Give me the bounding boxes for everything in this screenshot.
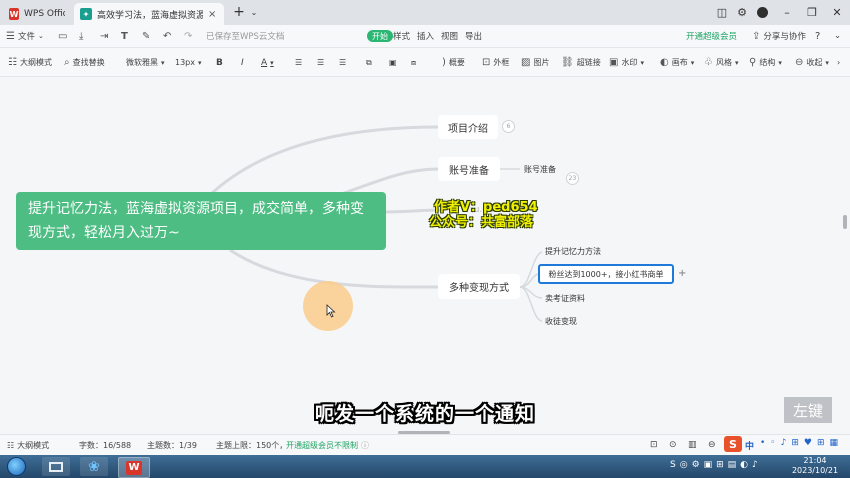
topic-count: 主题数：1/39 <box>147 441 197 450</box>
fit-screen-icon[interactable]: ⊡ <box>650 440 658 450</box>
vip-unlimited-label: 开通超级会员不限制 <box>286 441 358 450</box>
mouse-pointer-icon <box>326 304 336 318</box>
topic-account-prep[interactable]: 账号准备 <box>438 157 500 181</box>
system-tray-icons[interactable]: S◎⚙▣⊞▤◐♪ <box>670 460 762 470</box>
add-subtopic-icon[interactable]: + <box>678 268 686 279</box>
status-outline-mode[interactable]: ☷ 大纲模式 <box>7 440 49 451</box>
account-overlay-text: 公众号：共富部落 <box>429 215 534 230</box>
show-desktop-icon[interactable] <box>42 457 70 476</box>
clock-time: 21:04 <box>803 456 827 465</box>
subtopic-exam-materials[interactable]: 卖考证资料 <box>545 293 585 304</box>
collapsed-count-badge[interactable]: 6 <box>502 120 515 133</box>
subtopic-apprentice[interactable]: 收徒变现 <box>545 316 577 327</box>
locate-icon[interactable]: ⊙ <box>669 440 677 450</box>
wps-taskbar-button[interactable]: W <box>118 457 150 478</box>
status-bar: ☷ 大纲模式 字数：16/588 主题数：1/39 主题上限：150个， 开通超… <box>0 434 850 456</box>
list-icon: ☷ <box>7 441 15 450</box>
info-icon: ⓘ <box>361 441 369 450</box>
status-outline-label: 大纲模式 <box>17 441 50 450</box>
zoom-out-icon[interactable]: ⊖ <box>708 440 716 450</box>
topic-monetization[interactable]: 多种变现方式 <box>438 274 520 299</box>
start-button[interactable] <box>4 457 28 476</box>
vertical-scrollbar[interactable] <box>843 215 847 229</box>
topic-limit: 主题上限：150个， <box>216 441 288 450</box>
windows-taskbar: ❀ W S◎⚙▣⊞▤◐♪ 21:04 2023/10/21 <box>0 455 850 478</box>
video-subtitle: 呃发一个系统的一个通知 <box>314 403 535 425</box>
wps-logo-icon: W <box>126 460 142 475</box>
collapsed-count-badge[interactable]: 23 <box>566 172 579 185</box>
clock-date: 2023/10/21 <box>791 466 839 475</box>
ime-toolbar-icons[interactable]: •◦♪⊞♥⊞▦ <box>760 438 843 448</box>
ime-mode-chinese[interactable]: 中 <box>745 439 754 452</box>
sogou-ime-icon[interactable]: S <box>724 436 742 452</box>
word-count: 字数：16/588 <box>79 441 132 450</box>
vip-unlimited-link[interactable]: 开通超级会员不限制 ⓘ <box>286 440 369 451</box>
system-clock[interactable]: 21:04 2023/10/21 <box>782 456 848 476</box>
root-topic[interactable]: 提升记忆力法，蓝海虚拟资源项目，成交简单，多种变现方式，轻松月入过万~ <box>16 192 386 250</box>
app-cloud-icon[interactable]: ❀ <box>80 457 108 476</box>
subtopic-memory-method[interactable]: 提升记忆力方法 <box>545 246 601 257</box>
subtopic-xiaohongshu-selected[interactable]: 粉丝达到1000+，接小红书商单 <box>538 264 674 284</box>
topic-project-intro[interactable]: 项目介绍 <box>438 115 498 139</box>
map-view-icon[interactable]: ▥ <box>688 440 697 450</box>
click-indicator-watermark: 左键 <box>784 397 832 423</box>
subtopic-account-prep[interactable]: 账号准备 <box>524 164 556 175</box>
